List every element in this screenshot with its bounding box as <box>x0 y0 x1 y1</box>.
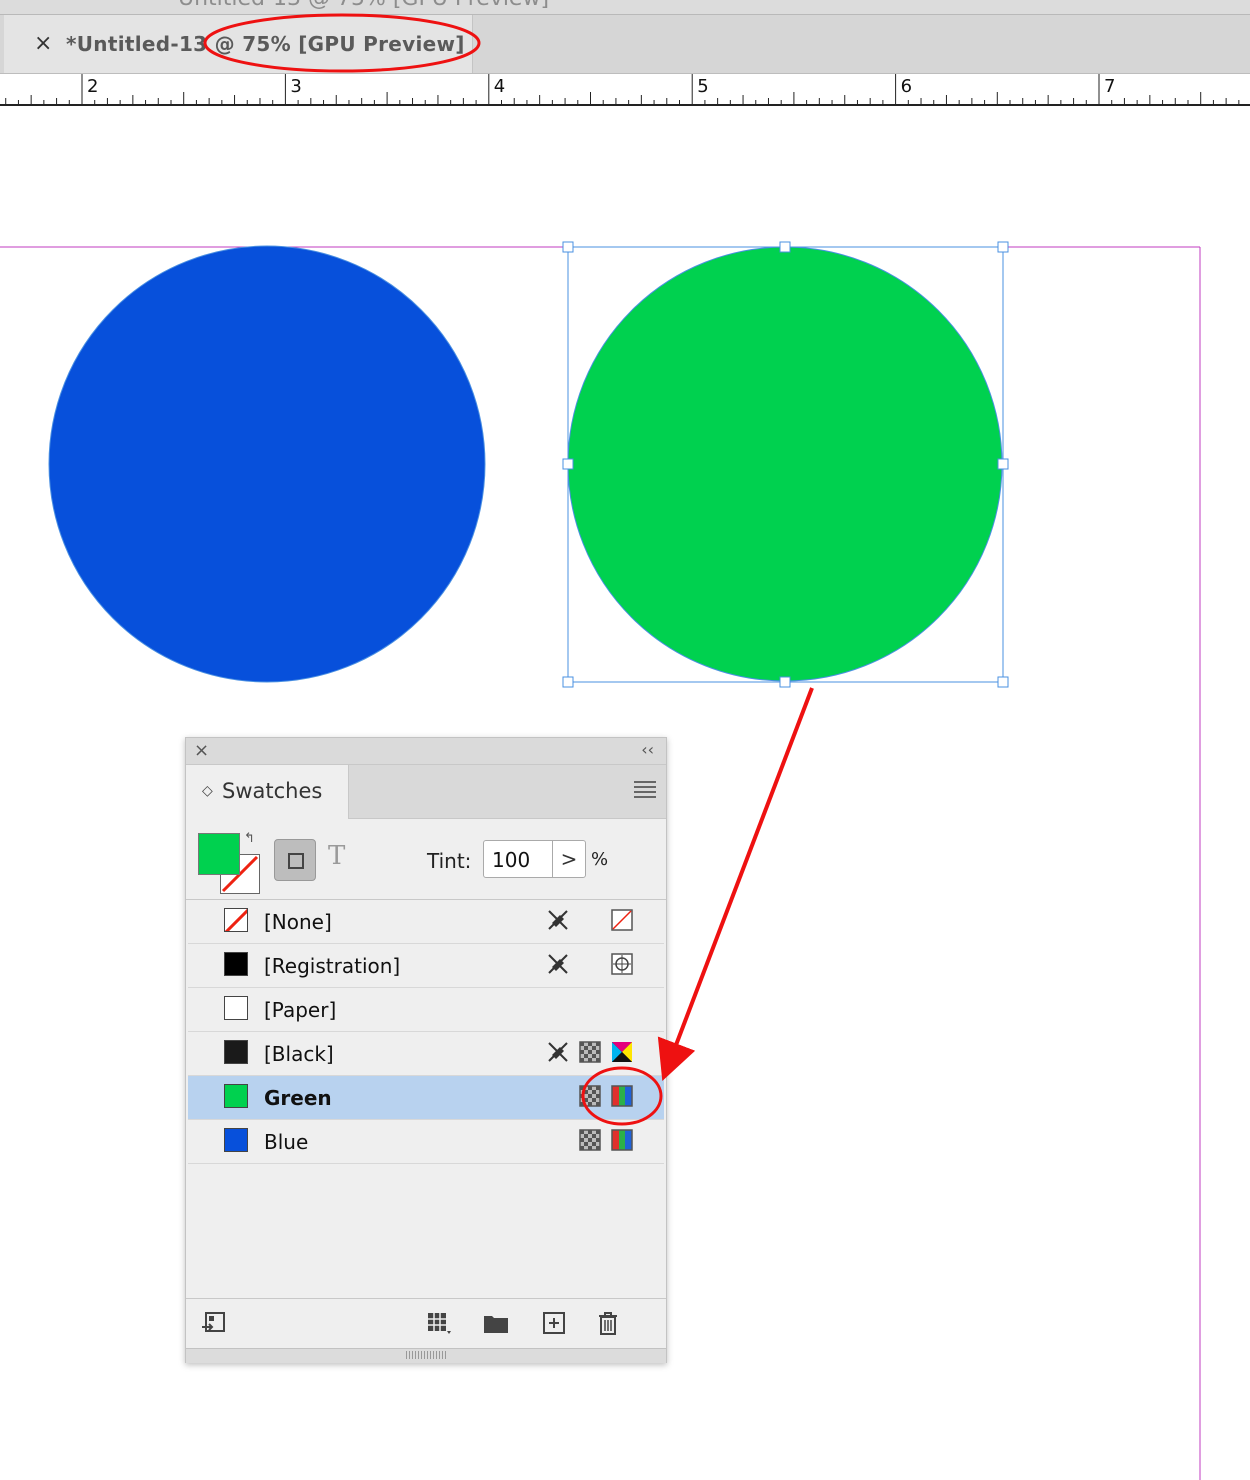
swatch-chip-registration <box>224 952 248 976</box>
tab-arrows-icon: ◇ <box>202 783 213 799</box>
panel-footer <box>186 1298 666 1349</box>
selection-handle-top[interactable] <box>779 241 791 253</box>
swatch-row-paper[interactable]: [Paper] <box>188 988 664 1032</box>
process-color-icon <box>579 1129 601 1151</box>
panel-close-icon[interactable]: × <box>194 740 209 761</box>
swatch-chip-green <box>224 1084 248 1108</box>
swatch-views-icon[interactable] <box>424 1309 452 1337</box>
formatting-affects-text-icon[interactable]: T <box>328 841 345 871</box>
panel-header: × ‹‹ <box>186 738 666 765</box>
swatch-name: [Registration] <box>264 954 401 978</box>
swatch-row-green[interactable]: Green <box>188 1076 664 1120</box>
no-edit-icon <box>548 910 568 930</box>
swatch-name: Green <box>264 1086 332 1110</box>
swatches-tab-label: Swatches <box>222 779 323 803</box>
swatch-chip-none <box>224 908 248 932</box>
process-color-icon <box>579 1041 601 1063</box>
swatch-list: [None] [Registration] [Paper] [Black] Gr… <box>188 900 664 1164</box>
swatch-name: [Paper] <box>264 998 337 1022</box>
tint-slider-toggle[interactable]: > <box>552 840 586 878</box>
tab-swatches[interactable]: ◇ Swatches <box>186 765 349 819</box>
tint-percent-label: % <box>591 849 609 870</box>
swatch-row-none[interactable]: [None] <box>188 900 664 944</box>
swatches-panel: × ‹‹ ◇ Swatches ↰ T Tint: 100 > % [None] <box>185 737 667 1363</box>
swatch-chip-black <box>224 1040 248 1064</box>
selection-handle-bottom[interactable] <box>779 676 791 688</box>
tint-input[interactable]: 100 <box>483 840 553 878</box>
container-icon <box>288 853 304 869</box>
no-edit-icon <box>548 1042 568 1062</box>
selection-handle-top-right[interactable] <box>997 241 1009 253</box>
new-color-group-icon[interactable] <box>482 1309 510 1337</box>
process-color-icon <box>579 1085 601 1107</box>
swatch-row-registration[interactable]: [Registration] <box>188 944 664 988</box>
swatch-name: [Black] <box>264 1042 334 1066</box>
fill-swatch[interactable] <box>198 833 240 875</box>
registration-icon <box>611 953 633 975</box>
swatch-chip-paper <box>224 996 248 1020</box>
rgb-icon <box>611 1129 633 1151</box>
swatch-row-black[interactable]: [Black] <box>188 1032 664 1076</box>
selection-handle-top-left[interactable] <box>562 241 574 253</box>
tint-label: Tint: <box>427 849 472 873</box>
panel-resize-grip[interactable] <box>186 1348 666 1363</box>
cmyk-icon <box>612 1042 632 1062</box>
panel-collapse-icon[interactable]: ‹‹ <box>641 740 654 759</box>
delete-swatch-icon[interactable] <box>594 1309 622 1337</box>
selection-handle-bottom-left[interactable] <box>562 676 574 688</box>
selection-handle-left[interactable] <box>562 458 574 470</box>
place-swatch-icon[interactable] <box>200 1309 228 1337</box>
formatting-affects-container-button[interactable] <box>274 839 316 881</box>
swatch-name: [None] <box>264 910 332 934</box>
blue-circle[interactable] <box>48 245 486 683</box>
panel-menu-icon[interactable] <box>634 781 656 801</box>
rgb-icon <box>611 1085 633 1107</box>
swap-fill-stroke-icon[interactable]: ↰ <box>244 831 255 846</box>
swatch-name: Blue <box>264 1130 309 1154</box>
swatch-chip-blue <box>224 1128 248 1152</box>
none-type-icon <box>611 909 633 931</box>
green-circle[interactable] <box>567 246 1003 682</box>
panel-tab-row: ◇ Swatches <box>186 765 666 819</box>
swatch-controls: ↰ T Tint: 100 > % <box>186 819 666 900</box>
selection-handle-right[interactable] <box>997 458 1009 470</box>
swatch-row-blue[interactable]: Blue <box>188 1120 664 1164</box>
selection-handle-bottom-right[interactable] <box>997 676 1009 688</box>
new-swatch-icon[interactable] <box>540 1309 568 1337</box>
no-edit-icon <box>548 954 568 974</box>
